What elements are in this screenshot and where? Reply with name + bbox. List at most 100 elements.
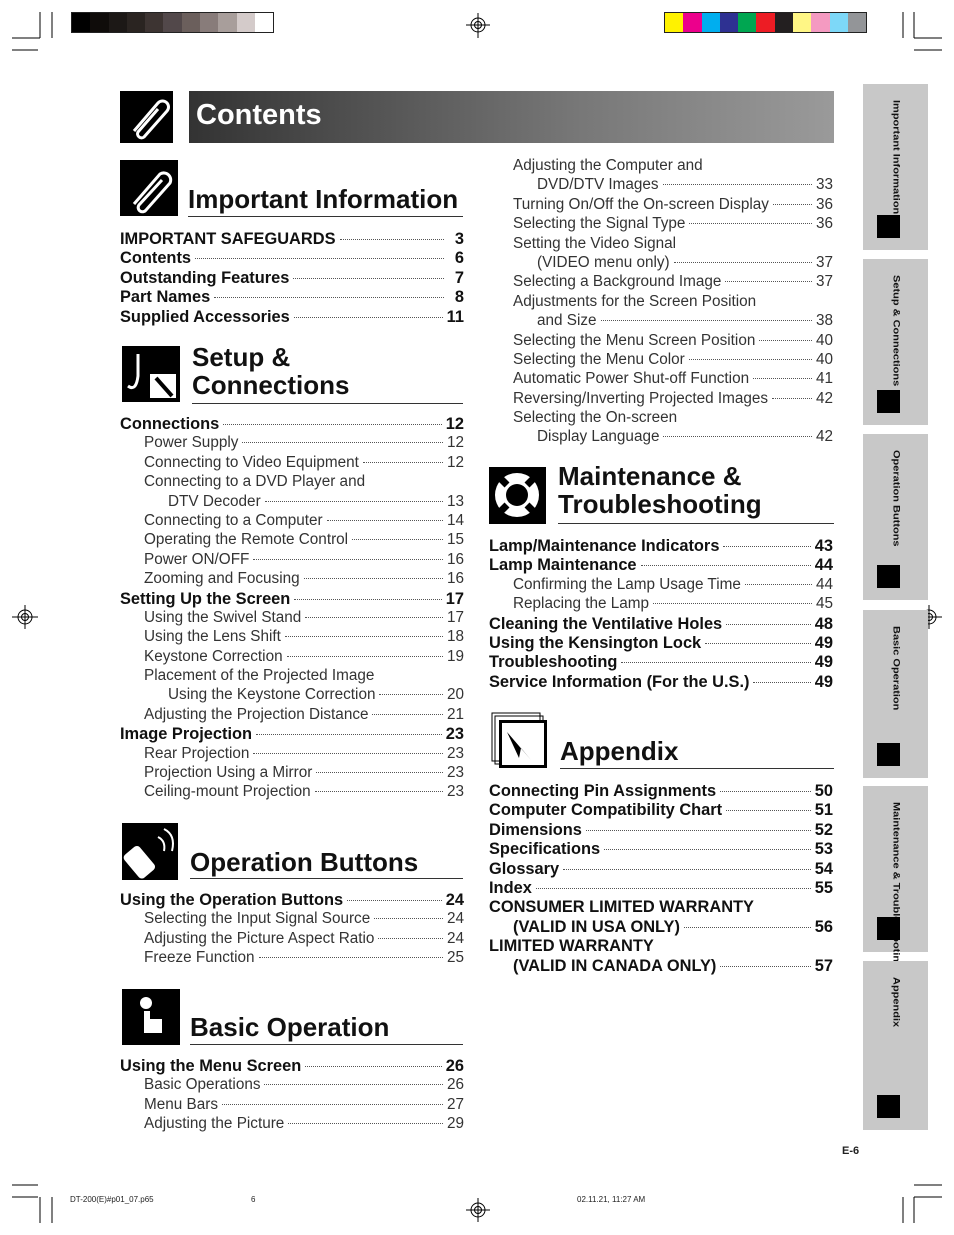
- toc-entry[interactable]: Selecting the Input Signal Source 24: [120, 910, 464, 929]
- toc-entry[interactable]: Reversing/Inverting Projected Images 42: [489, 390, 833, 409]
- toc-entry[interactable]: Part Names 8: [120, 288, 464, 307]
- toc-entry[interactable]: Zooming and Focusing 16: [120, 570, 464, 589]
- toc-entry[interactable]: Turning On/Off the On-screen Display 36: [489, 196, 833, 215]
- toc-entry[interactable]: Specifications 53: [489, 840, 833, 859]
- toc-entry[interactable]: Cleaning the Ventilative Holes 48: [489, 615, 833, 634]
- dot-leader: [314, 791, 443, 793]
- toc-entry[interactable]: Adjusting the Picture 29: [120, 1115, 464, 1134]
- toc-entry-page: 24: [445, 891, 464, 909]
- toc-entry-title: Index: [489, 878, 532, 897]
- toc-entry[interactable]: Projection Using a Mirror 23: [120, 764, 464, 783]
- toc-entry[interactable]: Using the Menu Screen 26: [120, 1057, 464, 1076]
- toc-entry[interactable]: Setting Up the Screen 17: [120, 590, 464, 609]
- side-tab-label: Operation Buttons: [890, 450, 901, 547]
- dot-leader: [759, 339, 812, 341]
- toc-entry[interactable]: Using the Operation Buttons 24: [120, 891, 464, 910]
- toc-entry[interactable]: Placement of the Projected Image: [120, 667, 464, 686]
- dot-leader: [772, 397, 812, 399]
- toc-entry[interactable]: CONSUMER LIMITED WARRANTY: [489, 898, 833, 917]
- toc-entry[interactable]: Selecting a Background Image 37: [489, 273, 833, 292]
- toc-entry[interactable]: Troubleshooting 49: [489, 653, 833, 672]
- side-tab[interactable]: Important Information: [863, 84, 928, 250]
- toc-entry[interactable]: Adjusting the Picture Aspect Ratio 24: [120, 930, 464, 949]
- toc-entry[interactable]: Confirming the Lamp Usage Time 44: [489, 576, 833, 595]
- section-title-setup-connections: Setup & Connections: [192, 343, 349, 399]
- toc-entry[interactable]: Selecting the Menu Screen Position 40: [489, 332, 833, 351]
- side-tab[interactable]: Maintenance & Troubleshooting: [863, 786, 928, 969]
- toc-entry[interactable]: Menu Bars 27: [120, 1096, 464, 1115]
- toc-entry[interactable]: Basic Operations 26: [120, 1076, 464, 1095]
- toc-entry[interactable]: Power ON/OFF 16: [120, 551, 464, 570]
- toc-entry[interactable]: Operating the Remote Control 15: [120, 531, 464, 550]
- toc-entry-title: Using the Menu Screen: [120, 1057, 302, 1075]
- toc-entry-title: Display Language: [537, 428, 660, 446]
- side-tab[interactable]: Setup & Connections: [863, 259, 928, 425]
- toc-entry[interactable]: Contents 6: [120, 249, 464, 268]
- toc-entry[interactable]: (VALID IN CANADA ONLY) 57: [489, 957, 833, 976]
- toc-entry-page: 19: [446, 647, 464, 665]
- toc-entry[interactable]: Outstanding Features 7: [120, 269, 464, 288]
- toc-entry[interactable]: DVD/DTV Images 33: [489, 176, 833, 195]
- side-tab[interactable]: Operation Buttons: [863, 434, 928, 600]
- toc-entry[interactable]: Glossary 54: [489, 860, 833, 879]
- toc-entry-title: Using the Operation Buttons: [120, 891, 344, 909]
- toc-entry-title: Connecting Pin Assignments: [489, 782, 717, 800]
- toc-entry[interactable]: Lamp/Maintenance Indicators 43: [489, 537, 833, 556]
- toc-entry-title: Setting the Video Signal: [513, 234, 677, 252]
- toc-entry[interactable]: Using the Swivel Stand 17: [120, 609, 464, 628]
- toc-list-appendix: Connecting Pin Assignments 50 Computer Com…: [489, 782, 833, 976]
- side-tab[interactable]: Basic Operation: [863, 610, 928, 778]
- toc-entry-page: 38: [815, 312, 833, 330]
- toc-entry[interactable]: Selecting the Menu Color 40: [489, 351, 833, 370]
- toc-entry[interactable]: Automatic Power Shut-off Function 41: [489, 370, 833, 389]
- toc-entry[interactable]: Replacing the Lamp 45: [489, 595, 833, 614]
- toc-entry[interactable]: Ceiling-mount Projection 23: [120, 783, 464, 802]
- toc-entry-title: Part Names: [120, 288, 211, 307]
- toc-entry[interactable]: Keystone Correction 19: [120, 648, 464, 667]
- toc-entry-page: 23: [446, 783, 464, 801]
- toc-entry[interactable]: and Size 38: [489, 312, 833, 331]
- toc-entry[interactable]: Freeze Function 25: [120, 949, 464, 968]
- toc-entry[interactable]: (VALID IN USA ONLY) 56: [489, 918, 833, 937]
- dot-leader: [316, 772, 443, 774]
- toc-entry[interactable]: Adjusting the Computer and: [489, 157, 833, 176]
- toc-entry[interactable]: Lamp Maintenance 44: [489, 556, 833, 575]
- toc-entry[interactable]: Power Supply 12: [120, 434, 464, 453]
- toc-entry[interactable]: Adjustments for the Screen Position: [489, 293, 833, 312]
- toc-entry[interactable]: Dimensions 52: [489, 821, 833, 840]
- toc-entry[interactable]: Supplied Accessories 11: [120, 308, 464, 327]
- dot-leader: [726, 810, 811, 812]
- toc-entry[interactable]: Using the Lens Shift 18: [120, 628, 464, 647]
- toc-entry[interactable]: Connecting Pin Assignments 50: [489, 782, 833, 801]
- toc-entry[interactable]: Connecting to a DVD Player and: [120, 473, 464, 492]
- toc-entry[interactable]: (VIDEO menu only) 37: [489, 254, 833, 273]
- toc-entry[interactable]: Rear Projection 23: [120, 745, 464, 764]
- dot-leader: [720, 965, 811, 967]
- toc-entry[interactable]: Image Projection 23: [120, 725, 464, 744]
- side-tab[interactable]: Appendix: [863, 961, 928, 1130]
- toc-entry[interactable]: Connections 12: [120, 415, 464, 434]
- toc-entry[interactable]: DTV Decoder 13: [120, 493, 464, 512]
- toc-entry[interactable]: Selecting the Signal Type 36: [489, 215, 833, 234]
- toc-entry[interactable]: LIMITED WARRANTY: [489, 937, 833, 956]
- toc-entry[interactable]: IMPORTANT SAFEGUARDS 3: [120, 230, 464, 249]
- toc-entry-page: 24: [446, 929, 464, 947]
- toc-entry[interactable]: Setting the Video Signal: [489, 235, 833, 254]
- toc-entry-page: 3: [454, 230, 464, 248]
- toc-entry[interactable]: Selecting the On-screen: [489, 409, 833, 428]
- dot-leader: [347, 900, 442, 901]
- toc-entry[interactable]: Connecting to Video Equipment 12: [120, 454, 464, 473]
- toc-entry[interactable]: Connecting to a Computer 14: [120, 512, 464, 531]
- section-title-basic-operation: Basic Operation: [190, 1012, 390, 1042]
- toc-entry[interactable]: Index 55: [489, 879, 833, 898]
- dot-leader: [535, 887, 811, 889]
- toc-entry[interactable]: Service Information (For the U.S.) 49: [489, 673, 833, 692]
- dot-leader: [303, 578, 443, 580]
- toc-entry[interactable]: Display Language 42: [489, 428, 833, 447]
- toc-entry[interactable]: Adjusting the Projection Distance 21: [120, 706, 464, 725]
- toc-entry[interactable]: Using the Keystone Correction 20: [120, 686, 464, 705]
- toc-entry[interactable]: Using the Kensington Lock 49: [489, 634, 833, 653]
- toc-entry-page: 40: [815, 331, 833, 349]
- toc-entry[interactable]: Computer Compatibility Chart 51: [489, 801, 833, 820]
- color-swatch: [236, 13, 255, 32]
